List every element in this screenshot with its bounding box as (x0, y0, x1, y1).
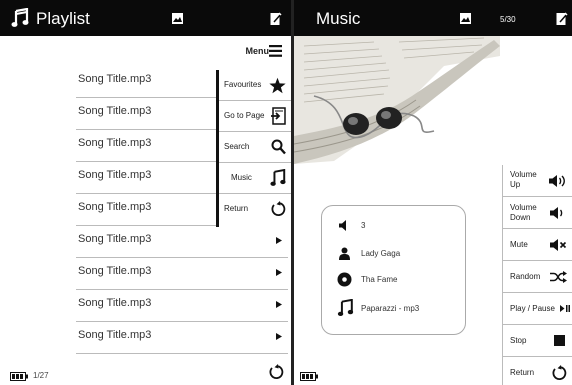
song-row-4[interactable]: Song Title.mp3 (76, 162, 216, 194)
menu-item-label: Go to Page (224, 111, 265, 120)
music-note-icon (337, 299, 354, 317)
battery-icon (300, 372, 318, 381)
hamburger-icon[interactable] (269, 45, 282, 57)
volume-level: 3 (361, 221, 366, 230)
return-button[interactable]: Return (503, 357, 572, 385)
volume-up-icon (549, 174, 567, 188)
page-arrow-icon (270, 107, 286, 125)
song-title: Song Title.mp3 (78, 105, 152, 117)
now-playing-card: 3 Lady Gaga Tha Fame Paparazzi - mp3 (321, 205, 466, 335)
song-title: Song Title.mp3 (78, 297, 152, 309)
stop-button[interactable]: Stop (503, 325, 572, 357)
menu-item-search[interactable]: Search (219, 132, 291, 163)
album-name: Tha Fame (361, 275, 398, 284)
play-arrow-icon (276, 301, 282, 308)
song-title: Song Title.mp3 (78, 265, 152, 277)
page-title: Playlist (36, 9, 90, 28)
song-row-7[interactable]: Song Title.mp3 (76, 258, 288, 290)
return-icon (551, 365, 567, 381)
play-pause-icon (560, 305, 570, 312)
music-topbar: Music 5/30 (294, 0, 572, 36)
playlist-screen: Playlist Menu Song Title.mp3 Song Title.… (0, 0, 291, 385)
shuffle-icon (550, 271, 567, 283)
menu-button-label[interactable]: Menu (246, 46, 270, 56)
song-title: Song Title.mp3 (78, 329, 152, 341)
song-row-3[interactable]: Song Title.mp3 (76, 130, 216, 162)
song-title: Song Title.mp3 (78, 73, 152, 85)
battery-icon (10, 372, 28, 381)
play-arrow-icon (276, 333, 282, 340)
return-icon[interactable] (268, 364, 284, 380)
control-label: Volume Down (510, 203, 537, 222)
song-row-8[interactable]: Song Title.mp3 (76, 290, 288, 322)
menu-item-label: Music (231, 173, 252, 182)
menu-item-label: Search (224, 142, 250, 151)
control-label: Mute (510, 240, 528, 249)
random-button[interactable]: Random (503, 261, 572, 293)
volume-up-button[interactable]: Volume Up (503, 165, 572, 197)
playback-controls: Volume Up Volume Down Mute Random Play /… (502, 165, 572, 385)
mute-button[interactable]: Mute (503, 229, 572, 261)
music-note-icon (11, 8, 29, 28)
song-title: Song Title.mp3 (78, 233, 152, 245)
return-icon (270, 201, 286, 217)
track-name: Paparazzi - mp3 (361, 304, 420, 313)
search-icon (271, 139, 286, 155)
edit-icon[interactable] (556, 12, 568, 26)
menu-item-go-to-page[interactable]: Go to Page (219, 101, 291, 132)
song-row-1[interactable]: Song Title.mp3 (76, 66, 216, 98)
music-screen: Music 5/30 3 Lady Gaga Tha Fame Paparazz… (294, 0, 572, 385)
volume-down-icon (550, 206, 564, 220)
music-note-icon (270, 169, 286, 187)
play-pause-button[interactable]: Play / Pause (503, 293, 572, 325)
control-label: Play / Pause (510, 304, 555, 313)
song-title: Song Title.mp3 (78, 137, 152, 149)
page-title: Music (316, 9, 361, 28)
star-icon (269, 77, 286, 94)
menu-item-return[interactable]: Return (219, 194, 291, 225)
control-label: Volume Up (510, 170, 537, 189)
menu-item-music[interactable]: Music (219, 163, 291, 194)
edit-icon[interactable] (270, 12, 282, 26)
person-icon (339, 247, 350, 260)
song-row-5[interactable]: Song Title.mp3 (76, 194, 216, 226)
volume-down-button[interactable]: Volume Down (503, 197, 572, 229)
menu-item-label: Favourites (224, 80, 262, 89)
playlist-topbar: Playlist (0, 0, 291, 36)
disc-icon (337, 272, 352, 287)
artist-name: Lady Gaga (361, 249, 401, 258)
menu-item-favourites[interactable]: Favourites (219, 70, 291, 101)
stop-icon (554, 335, 565, 346)
control-label: Random (510, 272, 541, 281)
song-row-6[interactable]: Song Title.mp3 (76, 226, 288, 258)
play-arrow-icon (276, 269, 282, 276)
song-row-9[interactable]: Song Title.mp3 (76, 322, 288, 354)
song-title: Song Title.mp3 (78, 169, 152, 181)
song-title: Song Title.mp3 (78, 201, 152, 213)
menu-item-label: Return (224, 204, 249, 213)
mute-icon (550, 238, 567, 252)
song-row-2[interactable]: Song Title.mp3 (76, 98, 216, 130)
image-icon[interactable] (172, 13, 183, 24)
context-menu: Favourites Go to Page Search Music Retur… (216, 70, 291, 227)
page-indicator: 1/27 (33, 371, 49, 380)
speaker-icon (339, 220, 349, 231)
control-label: Stop (510, 336, 527, 345)
track-count: 5/30 (500, 15, 516, 24)
image-icon[interactable] (460, 13, 471, 24)
control-label: Return (510, 368, 535, 377)
play-arrow-icon (276, 237, 282, 244)
album-art (294, 36, 500, 186)
